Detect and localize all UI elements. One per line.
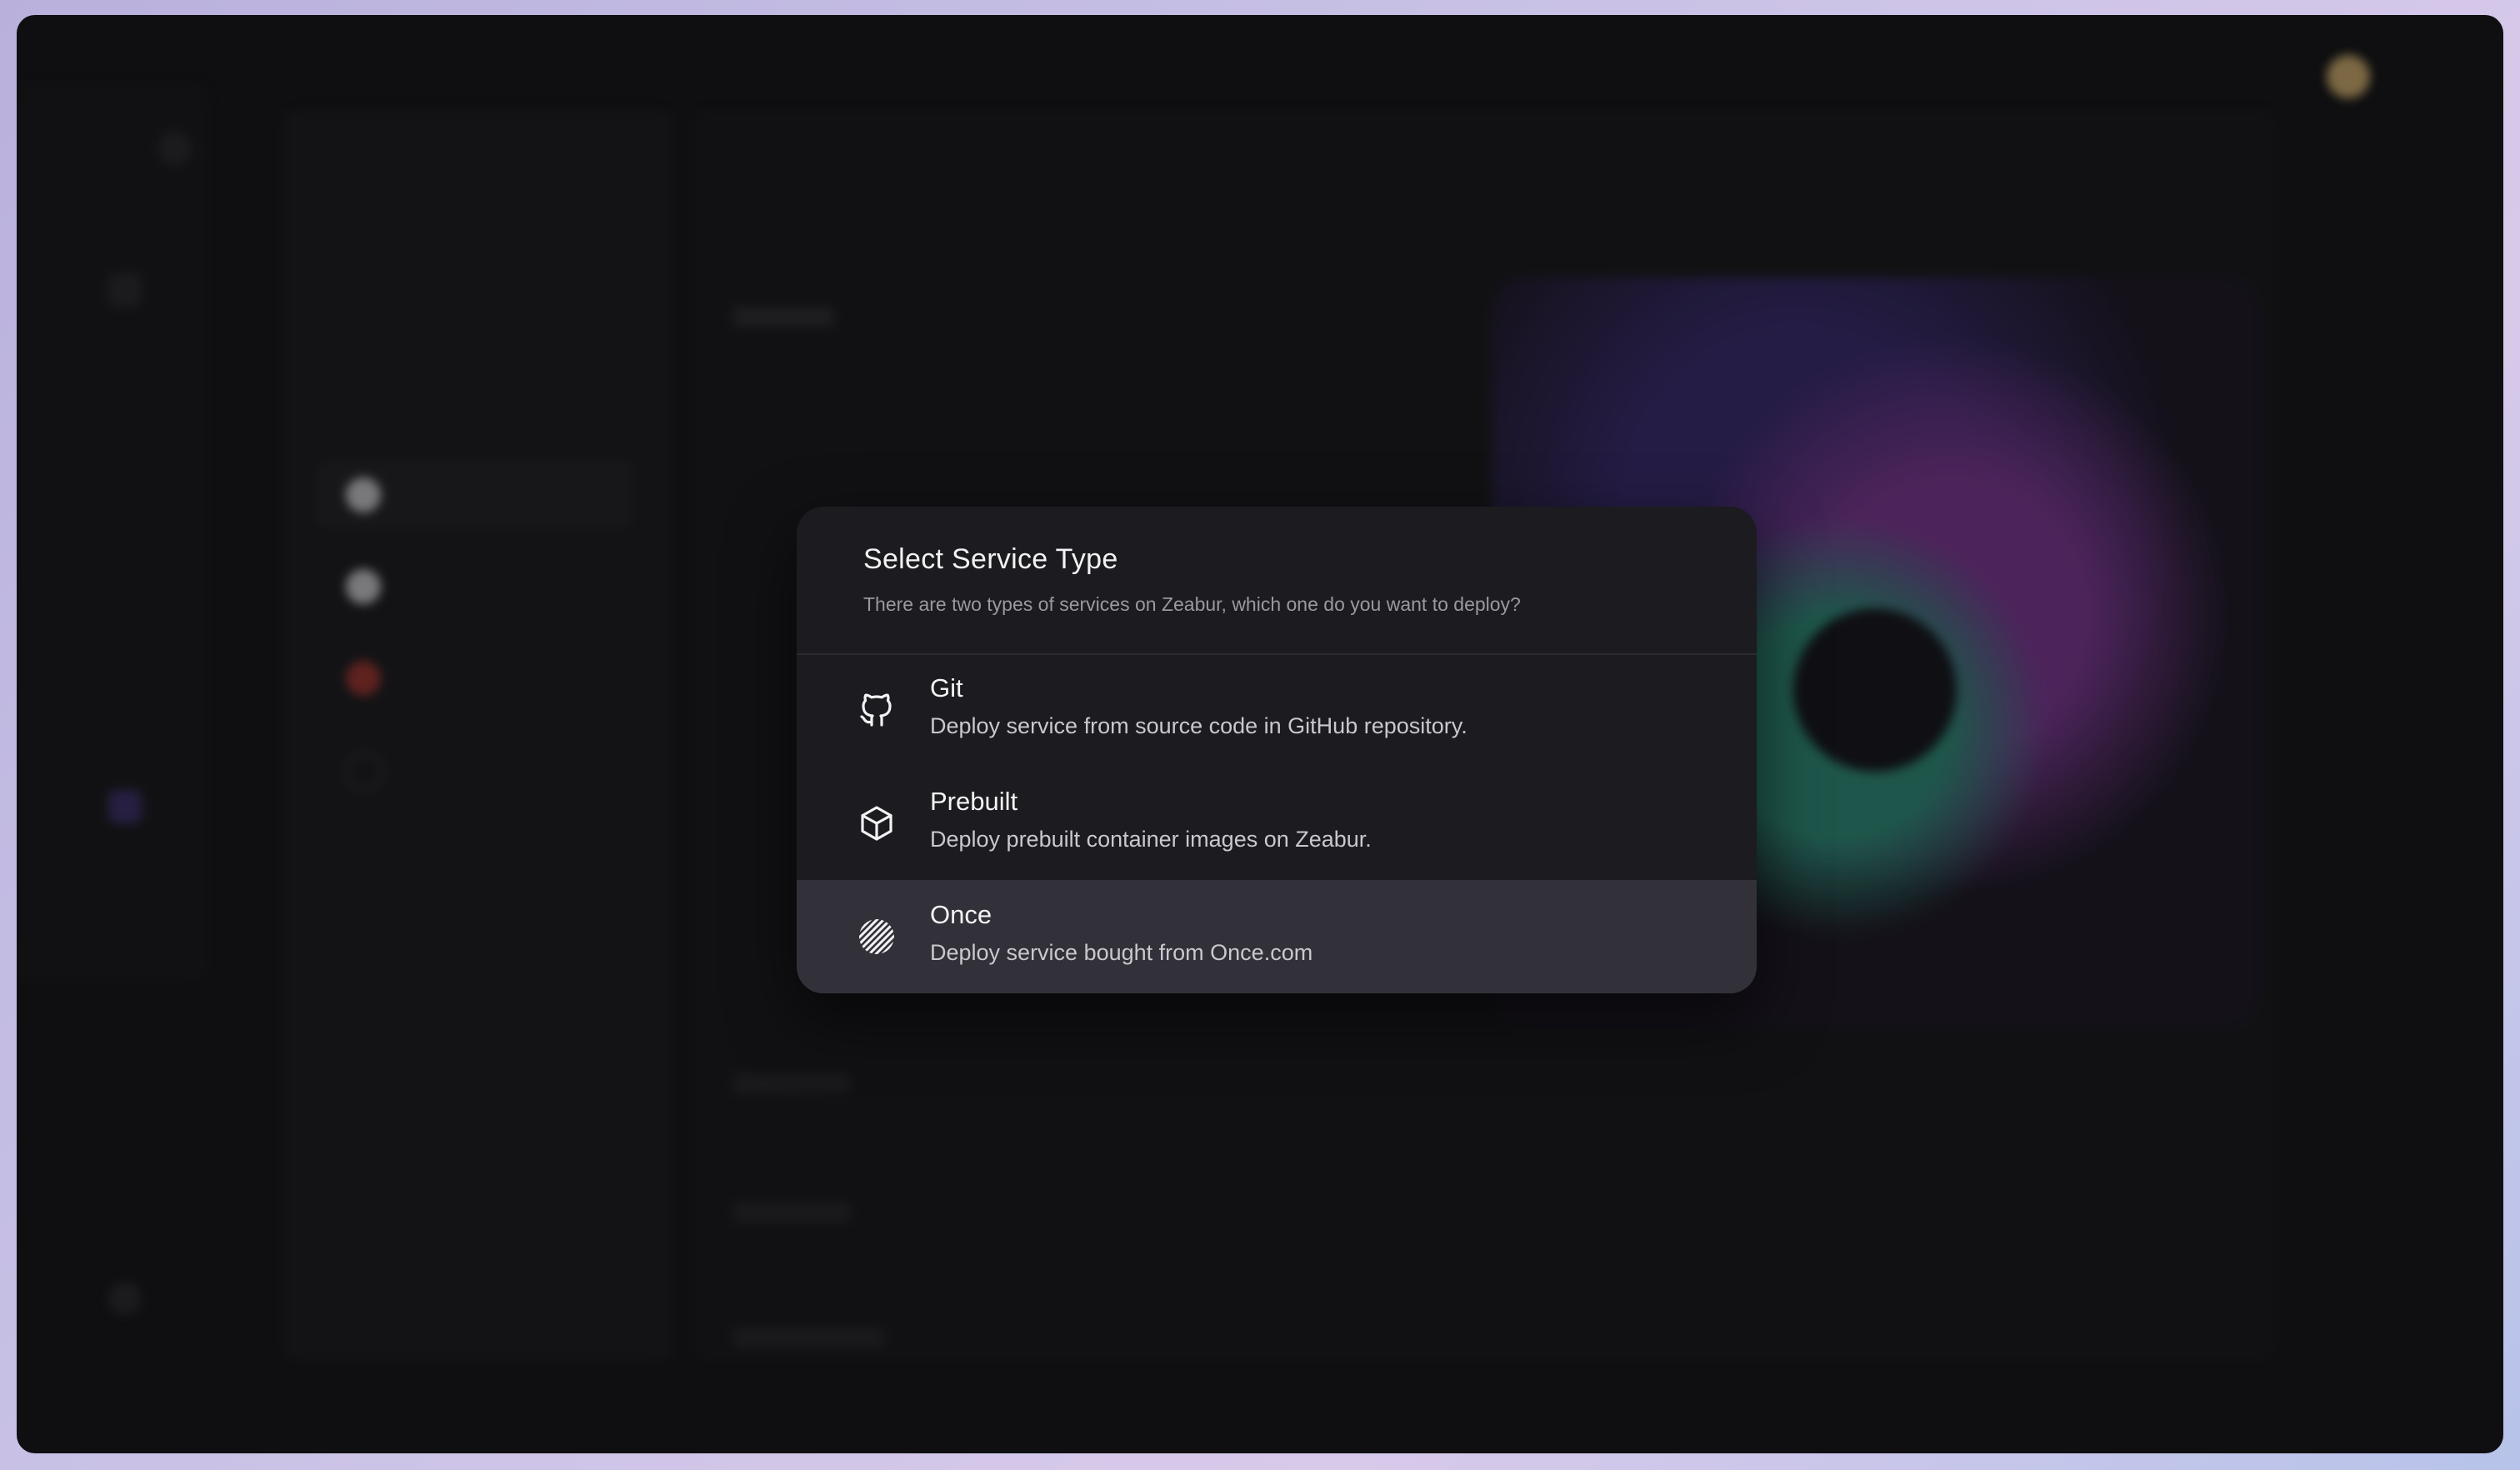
project-panel <box>283 111 675 1361</box>
service-item <box>317 736 633 802</box>
option-description: Deploy service bought from Once.com <box>930 940 1313 965</box>
rail-icon <box>108 1282 142 1315</box>
dialog-subtitle: There are two types of services on Zeabu… <box>863 593 1521 615</box>
option-once[interactable]: Once Deploy service bought from Once.com <box>797 880 1757 993</box>
rail-icon <box>108 273 142 307</box>
option-title: Once <box>930 900 992 929</box>
dialog-header: Select Service Type There are two types … <box>797 507 1757 655</box>
dialog-title: Select Service Type <box>863 543 1118 575</box>
option-description: Deploy prebuilt container images on Zeab… <box>930 827 1372 852</box>
rail-icon <box>158 132 192 165</box>
service-item <box>317 461 633 528</box>
service-item <box>317 552 633 619</box>
once-logo-icon <box>857 917 897 957</box>
option-description: Deploy service from source code in GitHu… <box>930 713 1468 738</box>
github-icon <box>857 690 897 730</box>
section-heading <box>733 1202 850 1222</box>
sidebar-rail <box>17 82 208 1315</box>
select-service-type-dialog: Select Service Type There are two types … <box>797 507 1757 993</box>
section-heading <box>733 1073 850 1093</box>
cube-icon <box>857 803 897 843</box>
option-prebuilt[interactable]: Prebuilt Deploy prebuilt container image… <box>797 767 1757 880</box>
avatar <box>2327 55 2370 98</box>
option-title: Prebuilt <box>930 787 1018 816</box>
rail-icon <box>108 790 142 823</box>
service-item <box>317 644 633 711</box>
option-title: Git <box>930 673 963 702</box>
section-heading <box>733 1328 883 1348</box>
option-git[interactable]: Git Deploy service from source code in G… <box>797 653 1757 767</box>
app-window: Select Service Type There are two types … <box>17 15 2503 1453</box>
section-heading <box>733 307 833 327</box>
